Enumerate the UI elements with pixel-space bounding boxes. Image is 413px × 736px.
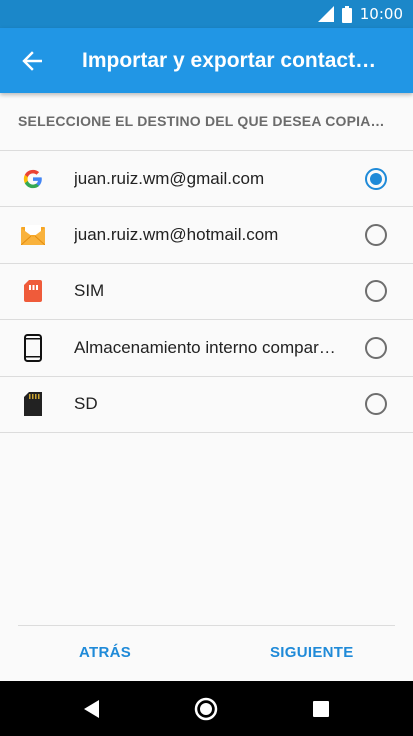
radio-button[interactable] xyxy=(365,224,387,247)
radio-button-selected[interactable] xyxy=(365,167,387,190)
navigation-bar xyxy=(0,681,413,736)
radio-button[interactable] xyxy=(365,393,387,416)
list-item[interactable]: SIM xyxy=(0,264,413,321)
status-bar: 10:00 xyxy=(0,0,413,28)
sim-card-icon xyxy=(20,278,46,304)
back-text-button[interactable]: ATRÁS xyxy=(79,644,131,661)
back-button[interactable] xyxy=(0,28,64,93)
nav-back-icon[interactable] xyxy=(80,697,104,721)
nav-home-icon[interactable] xyxy=(194,697,218,721)
account-label: juan.ruiz.wm@hotmail.com xyxy=(74,225,279,245)
list-item[interactable]: Almacenamiento interno compar… xyxy=(0,320,413,377)
account-label: SIM xyxy=(74,281,105,301)
list-item[interactable]: SD xyxy=(0,377,413,433)
list-item[interactable]: juan.ruiz.wm@gmail.com xyxy=(0,151,413,208)
section-header: SELECCIONE EL DESTINO DEL QUE DESEA COPI… xyxy=(18,113,385,129)
list-item[interactable]: juan.ruiz.wm@hotmail.com xyxy=(0,207,413,264)
sd-card-icon xyxy=(20,391,46,417)
radio-button[interactable] xyxy=(365,336,387,359)
account-label: Almacenamiento interno compar… xyxy=(74,337,336,357)
battery-icon xyxy=(341,5,352,23)
next-button[interactable]: SIGUIENTE xyxy=(270,644,354,661)
signal-icon xyxy=(317,6,334,22)
radio-button[interactable] xyxy=(365,280,387,303)
account-label: juan.ruiz.wm@gmail.com xyxy=(74,168,265,188)
app-bar: Importar y exportar contact… xyxy=(0,28,413,93)
mail-icon xyxy=(20,222,46,248)
arrow-left-icon xyxy=(22,50,42,71)
account-label: SD xyxy=(74,394,98,414)
destination-list: juan.ruiz.wm@gmail.com juan.ruiz.wm@hotm… xyxy=(0,150,413,433)
footer-divider xyxy=(18,625,395,626)
page-title: Importar y exportar contact… xyxy=(82,48,377,72)
nav-recents-icon[interactable] xyxy=(309,697,333,721)
phone-icon xyxy=(20,333,46,362)
google-icon xyxy=(20,166,46,192)
status-time: 10:00 xyxy=(359,5,403,23)
